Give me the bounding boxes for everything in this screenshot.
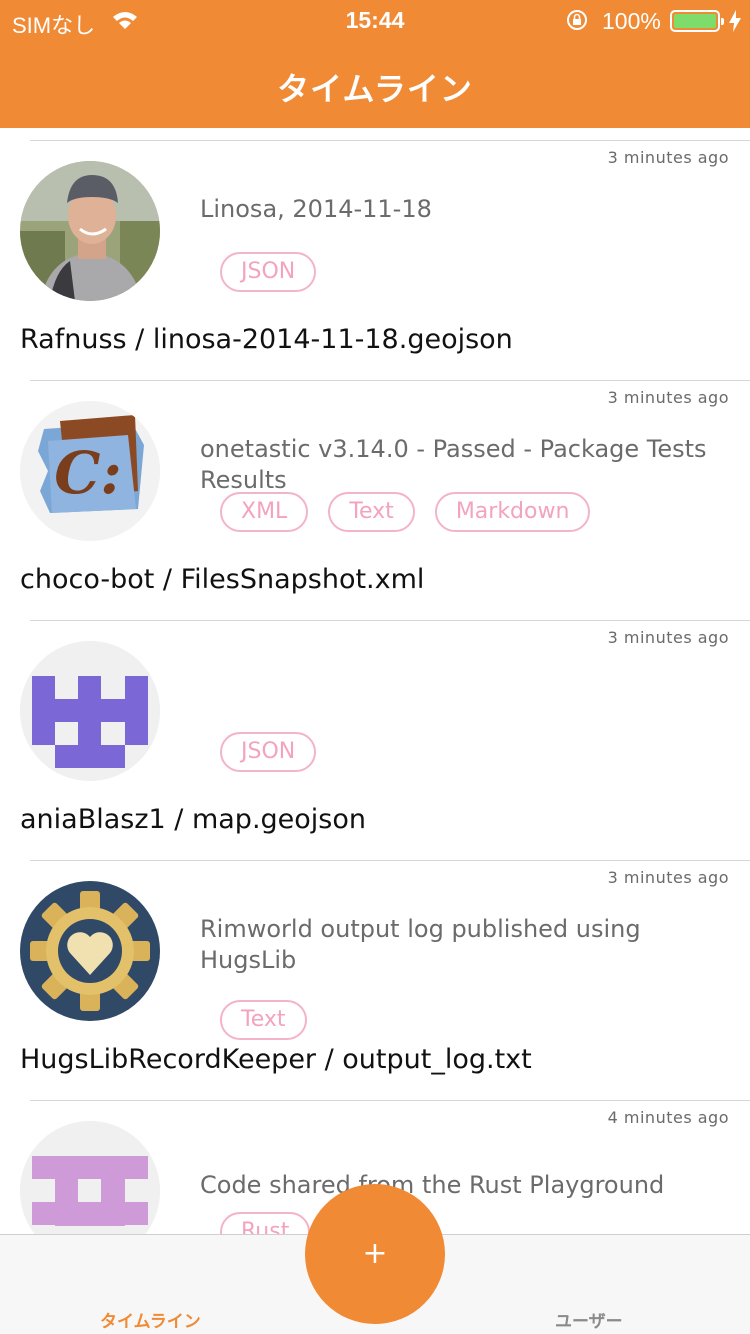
tab-users[interactable]: ユーザー: [555, 1307, 623, 1332]
divider: [30, 1100, 750, 1101]
app-header: SIMなし 15:44 100% タイムライン: [0, 0, 750, 128]
page-title: タイムライン: [277, 70, 473, 108]
post-description: onetastic v3.14.0 - Passed - Package Tes…: [200, 435, 707, 494]
tag-list: Rust: [220, 1212, 311, 1234]
divider: [30, 140, 750, 141]
status-bar: SIMなし 15:44 100%: [0, 0, 750, 40]
tag-badge[interactable]: Rust: [220, 1212, 311, 1234]
post-time: 3 minutes ago: [607, 628, 729, 647]
post-description: Linosa, 2014-11-18: [200, 195, 432, 223]
divider: [30, 380, 750, 381]
tag-list: JSON: [220, 732, 317, 772]
gist-title[interactable]: aniaBlasz1 / map.geojson: [20, 804, 366, 835]
post-time: 3 minutes ago: [607, 148, 729, 167]
add-button[interactable]: +: [305, 1184, 445, 1324]
chocolatey-logo-avatar[interactable]: C:: [20, 401, 160, 541]
timeline-card[interactable]: 3 minutes ago Linosa, 2014-11-18 JSON Ra…: [0, 140, 750, 380]
lilac-identicon-avatar[interactable]: [20, 1121, 160, 1234]
tag-list: JSON: [220, 252, 317, 292]
charging-bolt-icon: [729, 10, 741, 32]
gist-title[interactable]: Rafnuss / linosa-2014-11-18.geojson: [20, 324, 513, 355]
gist-title[interactable]: HugsLibRecordKeeper / output_log.txt: [20, 1044, 532, 1075]
tag-badge[interactable]: XML: [220, 492, 309, 532]
purple-identicon-avatar[interactable]: [20, 641, 160, 781]
tag-badge[interactable]: Text: [220, 1000, 307, 1040]
tag-badge[interactable]: JSON: [220, 252, 317, 292]
post-time: 3 minutes ago: [607, 868, 729, 887]
gist-title[interactable]: choco-bot / FilesSnapshot.xml: [20, 564, 424, 595]
divider: [30, 620, 750, 621]
timeline-card[interactable]: 3 minutes ago JSON aniaBlasz1 / map.geoj…: [0, 620, 750, 860]
timeline-feed[interactable]: 3 minutes ago Linosa, 2014-11-18 JSON Ra…: [0, 128, 750, 1234]
post-description: Rimworld output log published using Hugs…: [200, 915, 641, 974]
timeline-card[interactable]: 3 minutes ago C: onetastic v3.14.0 - Pas…: [0, 380, 750, 620]
post-description: Code shared from the Rust Playground: [200, 1171, 665, 1199]
tag-badge[interactable]: JSON: [220, 732, 317, 772]
post-time: 4 minutes ago: [607, 1108, 729, 1127]
gear-heart-avatar[interactable]: [20, 881, 160, 1021]
timeline-card[interactable]: 3 minutes ago Rimworld output log publis…: [0, 860, 750, 1100]
tag-list: XML Text Markdown: [220, 492, 591, 532]
battery-percent: 100%: [602, 8, 661, 34]
tag-list: Text: [220, 1000, 307, 1040]
post-time: 3 minutes ago: [607, 388, 729, 407]
battery-icon: [670, 10, 724, 32]
tag-badge[interactable]: Markdown: [434, 492, 591, 532]
divider: [30, 860, 750, 861]
orientation-lock-icon: [567, 10, 587, 30]
user-photo-avatar[interactable]: [20, 161, 160, 301]
tag-badge[interactable]: Text: [328, 492, 415, 532]
svg-text:C:: C:: [54, 439, 122, 507]
tab-timeline[interactable]: タイムライン: [100, 1307, 201, 1332]
